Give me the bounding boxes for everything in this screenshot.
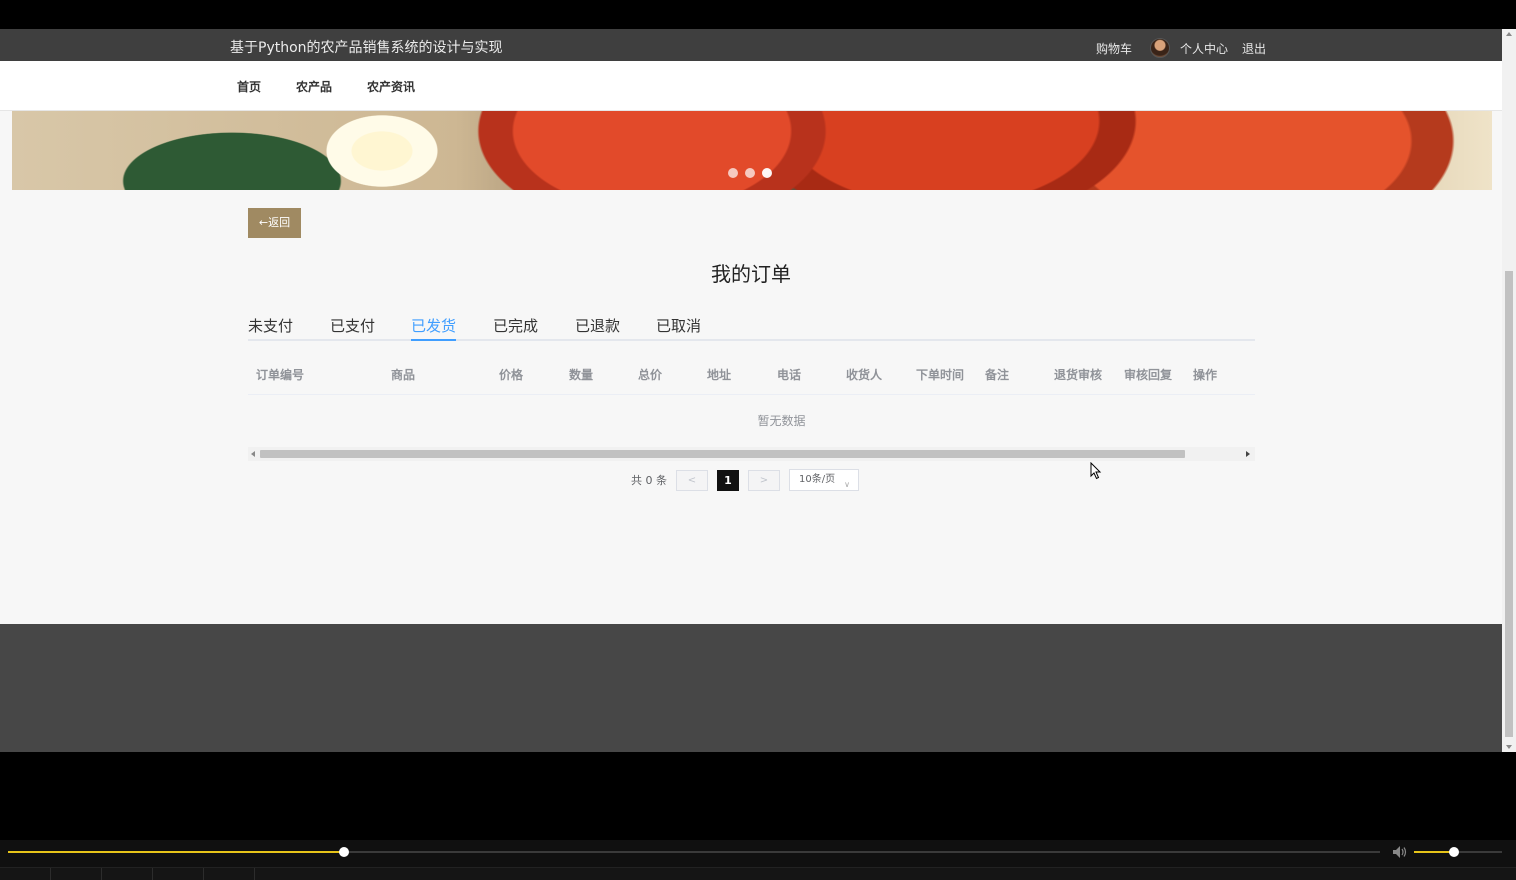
col-remark: 备注	[985, 368, 1010, 382]
cart-link[interactable]: 购物车	[1096, 40, 1132, 57]
carousel-dots	[728, 168, 772, 178]
tab-refunded[interactable]: 已退款	[575, 315, 620, 341]
logout-link[interactable]: 退出	[1242, 40, 1266, 57]
page-vertical-scrollbar[interactable]	[1502, 29, 1516, 752]
volume-icon[interactable]	[1392, 845, 1408, 859]
prev-page-button[interactable]: <	[676, 469, 708, 491]
back-button[interactable]: ←返回	[248, 208, 301, 238]
carousel-dot[interactable]	[728, 168, 738, 178]
nav-item-home[interactable]: 首页	[237, 78, 261, 95]
browser-viewport: 基于Python的农产品销售系统的设计与实现 购物车 个人中心 退出 首页 农产…	[0, 29, 1516, 752]
carousel-dot[interactable]	[745, 168, 755, 178]
col-phone: 电话	[777, 368, 802, 382]
volume-handle[interactable]	[1448, 847, 1459, 857]
table-horizontal-scrollbar[interactable]	[248, 447, 1255, 461]
col-review-reply: 审核回复	[1124, 368, 1173, 382]
col-address: 地址	[707, 368, 732, 382]
col-order-no: 订单编号	[256, 368, 305, 382]
top-header: 基于Python的农产品销售系统的设计与实现 购物车 个人中心 退出	[0, 29, 1502, 61]
volume-slider[interactable]	[1414, 847, 1502, 857]
site-title: 基于Python的农产品销售系统的设计与实现	[230, 40, 503, 56]
chapter-divider	[203, 868, 204, 880]
video-player-controls	[0, 840, 1516, 880]
chapter-divider	[50, 868, 51, 880]
col-quantity: 数量	[569, 368, 594, 382]
col-actions: 操作	[1193, 368, 1218, 382]
tab-completed[interactable]: 已完成	[493, 315, 538, 341]
chapter-divider	[101, 868, 102, 880]
profile-link[interactable]: 个人中心	[1180, 40, 1228, 57]
tab-unpaid[interactable]: 未支付	[248, 315, 293, 341]
user-avatar[interactable]	[1149, 38, 1170, 58]
scroll-down-icon[interactable]	[1506, 745, 1512, 749]
col-total: 总价	[638, 368, 663, 382]
footer	[0, 624, 1502, 752]
main-nav: 首页 农产品 农产资讯	[0, 61, 1502, 111]
progress-bar[interactable]	[8, 847, 1380, 857]
scroll-right-icon[interactable]	[1246, 451, 1250, 457]
chevron-down-icon: ∨	[844, 480, 850, 489]
total-count: 共 0 条	[631, 474, 667, 487]
col-receiver: 收货人	[846, 368, 883, 382]
page-number-current[interactable]: 1	[717, 469, 739, 491]
chapter-divider	[152, 868, 153, 880]
top-links: 购物车 个人中心 退出	[1082, 38, 1266, 58]
progress-fill	[8, 851, 345, 853]
page-scroll-thumb[interactable]	[1505, 271, 1513, 737]
page-title: 我的订单	[711, 262, 791, 286]
col-return-review: 退货审核	[1054, 368, 1103, 382]
empty-state: 暂无数据	[757, 414, 806, 428]
chapter-bar	[0, 867, 1516, 880]
nav-item-products[interactable]: 农产品	[296, 78, 332, 95]
tab-shipped[interactable]: 已发货	[411, 315, 457, 341]
nav-item-news[interactable]: 农产资讯	[367, 78, 415, 95]
carousel-dot[interactable]	[762, 168, 772, 178]
next-page-button[interactable]: >	[748, 469, 780, 491]
banner-carousel[interactable]	[12, 111, 1492, 190]
pagination: 共 0 条 < 1 > 10条/页 ∨	[631, 469, 859, 491]
chapter-divider	[254, 868, 255, 880]
tab-cancelled[interactable]: 已取消	[656, 315, 701, 341]
order-status-tabs: 未支付 已支付 已发货 已完成 已退款 已取消	[248, 315, 1255, 341]
tab-paid[interactable]: 已支付	[330, 315, 375, 341]
scroll-thumb[interactable]	[260, 450, 1185, 458]
col-product: 商品	[391, 368, 416, 382]
page-size-select[interactable]: 10条/页 ∨	[789, 469, 859, 491]
volume-fill	[1414, 851, 1454, 853]
table-header: 订单编号 商品 价格 数量 总价 地址 电话 收货人 下单时间 备注 退货审核 …	[248, 354, 1255, 395]
col-price: 价格	[499, 368, 524, 382]
col-order-time: 下单时间	[916, 368, 965, 382]
progress-handle[interactable]	[339, 847, 350, 857]
orders-table: 订单编号 商品 价格 数量 总价 地址 电话 收货人 下单时间 备注 退货审核 …	[248, 354, 1255, 428]
mouse-cursor-icon	[1090, 462, 1102, 480]
scroll-left-icon[interactable]	[251, 451, 255, 457]
screen: 基于Python的农产品销售系统的设计与实现 购物车 个人中心 退出 首页 农产…	[0, 0, 1516, 880]
page-size-value: 10条/页	[799, 474, 836, 485]
scroll-up-icon[interactable]	[1506, 32, 1512, 36]
